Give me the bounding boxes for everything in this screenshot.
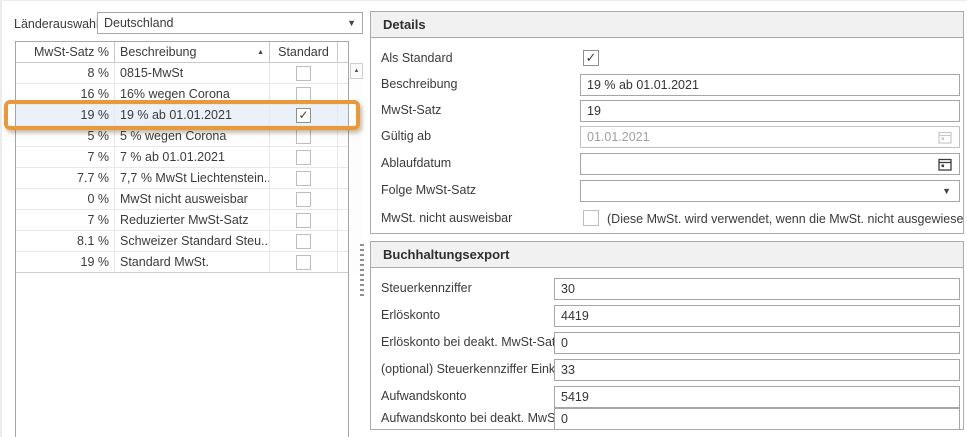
- table-row[interactable]: 0 % MwSt nicht ausweisbar: [16, 189, 348, 210]
- check-icon: ✓: [586, 50, 597, 66]
- mwst-nicht-ausweisbar-checkbox[interactable]: [583, 210, 599, 226]
- mwst-nicht-ausweisbar-hint: (Diese MwSt. wird verwendet, wenn die Mw…: [607, 212, 964, 226]
- form-row-steuerkennziffer: Steuerkennziffer: [371, 278, 963, 300]
- scroll-up-button[interactable]: ▲: [350, 63, 363, 79]
- table-row[interactable]: 7 % Reduzierter MwSt-Satz: [16, 210, 348, 231]
- calendar-icon: [938, 130, 952, 147]
- form-row-folge-mwst-satz: Folge MwSt-Satz ▼: [371, 180, 963, 202]
- tax-rate-table: MwSt-Satz % Beschreibung ▲ Standard 8 % …: [15, 41, 349, 437]
- calendar-icon[interactable]: [938, 157, 952, 174]
- form-row-steuerkennziffer-einkauf: (optional) Steuerkennziffer Einkauf: [371, 359, 963, 381]
- gueltig-ab-input: [580, 126, 960, 148]
- form-row-ablaufdatum: Ablaufdatum: [371, 153, 963, 175]
- panel-splitter-grip[interactable]: [360, 244, 364, 296]
- buchhaltungsexport-group-title: Buchhaltungsexport: [371, 242, 963, 268]
- table-row[interactable]: 7 % 7 % ab 01.01.2021: [16, 147, 348, 168]
- mwst-satz-input[interactable]: [580, 100, 960, 122]
- standard-checkbox[interactable]: [296, 255, 311, 270]
- column-header-description[interactable]: Beschreibung ▲: [115, 42, 270, 62]
- form-row-mwst-satz: MwSt-Satz: [371, 100, 963, 122]
- table-row[interactable]: 7.7 % 7,7 % MwSt Liechtenstein...: [16, 168, 348, 189]
- steuerkennziffer-input[interactable]: [554, 278, 960, 300]
- standard-checkbox[interactable]: [296, 213, 311, 228]
- table-row[interactable]: 5 % 5 % wegen Corona: [16, 126, 348, 147]
- table-row[interactable]: 19 % Standard MwSt.: [16, 252, 348, 273]
- form-row-erloeskonto-deakt: Erlöskonto bei deakt. MwSt-Satz: [371, 332, 963, 354]
- table-row[interactable]: 16 % 16% wegen Corona: [16, 84, 348, 105]
- table-scrollbar[interactable]: ▲: [350, 63, 363, 273]
- standard-checkbox-checked[interactable]: ✓: [296, 108, 311, 123]
- table-row[interactable]: 8 % 0815-MwSt: [16, 63, 348, 84]
- table-header: MwSt-Satz % Beschreibung ▲ Standard: [16, 42, 348, 63]
- standard-checkbox[interactable]: [296, 129, 311, 144]
- details-group-title: Details: [371, 12, 963, 38]
- aufwandskonto-deakt-input[interactable]: [554, 408, 960, 430]
- form-row-als-standard: Als Standard ✓: [371, 48, 963, 70]
- chevron-down-icon: ▼: [942, 186, 951, 196]
- sort-ascending-icon: ▲: [257, 49, 264, 56]
- scroll-up-icon: ▲: [354, 68, 360, 74]
- details-group: Details Als Standard ✓ Beschreibung MwSt…: [370, 11, 964, 234]
- standard-checkbox[interactable]: [296, 234, 311, 249]
- ablaufdatum-input[interactable]: [580, 153, 960, 175]
- country-select-label: Länderauswahl: [14, 17, 99, 31]
- standard-checkbox[interactable]: [296, 192, 311, 207]
- column-header-empty: [338, 42, 348, 62]
- standard-checkbox[interactable]: [296, 87, 311, 102]
- standard-checkbox[interactable]: [296, 171, 311, 186]
- chevron-down-icon: ▼: [347, 18, 356, 28]
- standard-checkbox[interactable]: [296, 150, 311, 165]
- form-row-gueltig-ab: Gültig ab: [371, 126, 963, 148]
- country-select[interactable]: Deutschland ▼: [97, 12, 363, 34]
- form-row-beschreibung: Beschreibung: [371, 74, 963, 96]
- column-header-standard[interactable]: Standard: [270, 42, 338, 62]
- form-row-mwst-nicht-ausweisbar: MwSt. nicht ausweisbar (Diese MwSt. wird…: [371, 208, 963, 230]
- erloeskonto-deakt-input[interactable]: [554, 332, 960, 354]
- beschreibung-input[interactable]: [580, 74, 960, 96]
- form-row-erloeskonto: Erlöskonto: [371, 305, 963, 327]
- buchhaltungsexport-group: Buchhaltungsexport Steuerkennziffer Erlö…: [370, 241, 964, 430]
- vat-settings-window: Länderauswahl Deutschland ▼ MwSt-Satz % …: [0, 0, 967, 437]
- form-row-aufwandskonto-deakt: Aufwandskonto bei deakt. MwSt-Satz: [371, 405, 963, 427]
- als-standard-checkbox[interactable]: ✓: [583, 50, 599, 66]
- check-icon: ✓: [298, 108, 308, 122]
- steuerkennziffer-einkauf-input[interactable]: [554, 359, 960, 381]
- standard-checkbox[interactable]: [296, 66, 311, 81]
- column-header-rate[interactable]: MwSt-Satz %: [16, 42, 115, 62]
- country-select-value: Deutschland: [104, 16, 174, 30]
- table-row-selected[interactable]: 19 % 19 % ab 01.01.2021 ✓: [16, 105, 348, 126]
- table-row[interactable]: 8.1 % Schweizer Standard Steu...: [16, 231, 348, 252]
- folge-mwst-satz-select[interactable]: [580, 180, 960, 202]
- erloeskonto-input[interactable]: [554, 305, 960, 327]
